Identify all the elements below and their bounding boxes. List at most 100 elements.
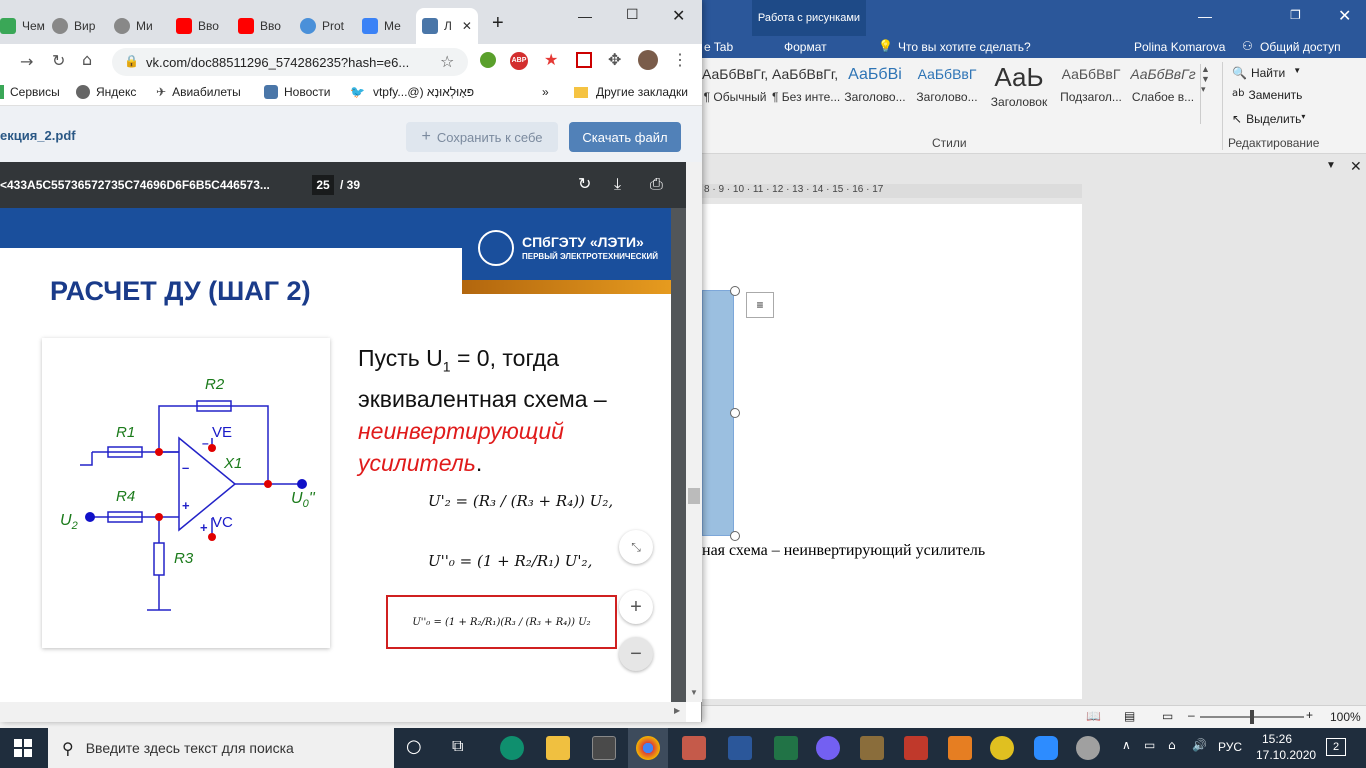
pdf-reader-icon[interactable] bbox=[682, 736, 706, 760]
menu-icon[interactable]: ⋮ bbox=[672, 50, 688, 70]
tab[interactable]: Чем bbox=[0, 8, 45, 44]
viber-icon[interactable] bbox=[816, 736, 840, 760]
bookmark[interactable]: Новости bbox=[264, 85, 330, 99]
tab[interactable]: Prot bbox=[300, 8, 344, 44]
tab-active[interactable]: Л ✕ bbox=[416, 8, 478, 44]
excel-icon[interactable] bbox=[774, 736, 798, 760]
solidworks-icon[interactable] bbox=[904, 736, 928, 760]
matlab-icon[interactable] bbox=[948, 736, 972, 760]
task-view-icon[interactable]: ⧉ bbox=[452, 736, 463, 756]
save-to-profile-button[interactable]: + Сохранить к себе bbox=[406, 122, 558, 152]
style-subtle[interactable]: АаБбВвГг Слабое в... bbox=[1130, 66, 1196, 122]
close-icon[interactable]: ✕ bbox=[1338, 6, 1351, 26]
styles-scroll[interactable]: ▲ ▼ ▾ bbox=[1200, 64, 1214, 124]
file-explorer-icon[interactable] bbox=[546, 736, 570, 760]
web-layout-icon[interactable]: ▭ bbox=[1162, 709, 1173, 723]
other-bookmarks[interactable]: Другие закладки bbox=[574, 85, 688, 99]
clock-date[interactable]: 17.10.2020 bbox=[1256, 748, 1316, 762]
chrome-icon[interactable] bbox=[636, 736, 660, 760]
ribbon-options-icon[interactable]: ▼ bbox=[1326, 160, 1336, 171]
rotate-icon[interactable]: ↻ bbox=[578, 174, 591, 193]
close-pane-icon[interactable]: ✕ bbox=[1350, 158, 1362, 175]
style-heading1[interactable]: АаБбВі Заголово... bbox=[842, 66, 908, 122]
home-icon[interactable]: ⌂ bbox=[82, 50, 92, 69]
tell-me-input[interactable]: Что вы хотите сделать? bbox=[898, 40, 1031, 54]
fit-page-button[interactable]: ⤡ bbox=[619, 530, 653, 564]
tab[interactable]: Вво bbox=[238, 8, 281, 44]
zoom-out-button[interactable]: − bbox=[619, 637, 653, 671]
notifications-button[interactable]: 2 bbox=[1326, 738, 1346, 756]
scrollbar-thumb[interactable] bbox=[688, 488, 700, 504]
address-bar[interactable]: 🔒 vk.com/doc88511296_574286235?hash=e6..… bbox=[112, 48, 468, 76]
zoom-level[interactable]: 100% bbox=[1330, 710, 1361, 724]
style-normal[interactable]: АаБбВвГг, ¶ Обычный bbox=[702, 66, 768, 122]
tab[interactable]: Ми bbox=[114, 8, 153, 44]
zoom-app-icon[interactable] bbox=[1034, 736, 1058, 760]
word-icon[interactable] bbox=[728, 736, 752, 760]
style-title[interactable]: АаЬ Заголовок bbox=[986, 62, 1052, 118]
replace-button[interactable]: ab Заменить bbox=[1232, 88, 1302, 102]
extension-icon[interactable] bbox=[576, 52, 592, 68]
puzzle-icon[interactable]: ✥ bbox=[608, 50, 621, 69]
extension-star-icon[interactable]: ★ bbox=[544, 50, 558, 69]
resize-handle[interactable] bbox=[730, 408, 740, 418]
tab[interactable]: Вир bbox=[52, 8, 95, 44]
style-subtitle[interactable]: АаБбВвГ Подзагол... bbox=[1058, 66, 1124, 122]
horizontal-scrollbar[interactable]: ▶ bbox=[0, 702, 686, 722]
close-tab-icon[interactable]: ✕ bbox=[462, 19, 472, 33]
tray-chevron-icon[interactable]: ∧ bbox=[1122, 738, 1131, 752]
taskbar-search[interactable]: ⚲ Введите здесь текст для поиска bbox=[48, 728, 394, 768]
find-button[interactable]: 🔍 Найти ▼ bbox=[1232, 66, 1301, 80]
pdf-viewport[interactable]: СПбГЭТУ «ЛЭТИ» ПЕРВЫЙ ЭЛЕКТРОТЕХНИЧЕСКИЙ… bbox=[0, 208, 686, 702]
maximize-icon[interactable]: ☐ bbox=[626, 6, 639, 23]
reload-icon[interactable]: ↻ bbox=[52, 51, 65, 70]
layout-options-icon[interactable]: ≡ bbox=[746, 292, 774, 318]
more-bookmarks-icon[interactable]: » bbox=[542, 85, 549, 99]
read-mode-icon[interactable]: 📖 bbox=[1086, 709, 1101, 723]
app-icon[interactable] bbox=[990, 736, 1014, 760]
cortana-icon[interactable]: ○ bbox=[406, 736, 422, 757]
print-layout-icon[interactable]: ▤ bbox=[1124, 709, 1135, 723]
restore-icon[interactable]: ❐ bbox=[1290, 8, 1301, 22]
volume-icon[interactable]: 🔊 bbox=[1192, 738, 1207, 752]
language-indicator[interactable]: РУС bbox=[1218, 740, 1242, 754]
close-icon[interactable]: ✕ bbox=[672, 6, 685, 26]
avatar[interactable] bbox=[638, 50, 658, 70]
share-button[interactable]: Общий доступ bbox=[1260, 40, 1341, 54]
app-icon[interactable] bbox=[860, 736, 884, 760]
store-icon[interactable] bbox=[592, 736, 616, 760]
select-button[interactable]: ↖ Выделить ▾ bbox=[1232, 112, 1305, 126]
scroll-down-icon[interactable]: ▼ bbox=[690, 688, 698, 697]
style-heading2[interactable]: АаБбВвГ Заголово... bbox=[914, 66, 980, 122]
resize-handle[interactable] bbox=[730, 286, 740, 296]
bookmark[interactable]: Сервисы bbox=[0, 85, 60, 99]
new-tab-button[interactable]: + bbox=[492, 12, 504, 35]
style-no-spacing[interactable]: АаБбВвГг, ¶ Без инте... bbox=[772, 66, 840, 122]
document-page[interactable]: ≡ ная схема – неинвертирующий усилитель bbox=[702, 204, 1082, 699]
windows-start-icon[interactable] bbox=[14, 739, 32, 757]
minimize-icon[interactable]: — bbox=[578, 8, 592, 24]
bookmark[interactable]: ✈ Авиабилеты bbox=[156, 85, 241, 99]
adblock-icon[interactable]: ABP bbox=[510, 52, 528, 70]
zoom-out-icon[interactable]: – bbox=[1188, 708, 1195, 722]
user-name[interactable]: Polina Komarova bbox=[1134, 40, 1225, 54]
battery-icon[interactable]: ▭ bbox=[1144, 738, 1155, 752]
network-icon[interactable]: ⌂ bbox=[1168, 738, 1176, 752]
zoom-in-button[interactable]: + bbox=[619, 590, 653, 624]
bookmark-star-icon[interactable]: ☆ bbox=[440, 52, 454, 71]
print-icon[interactable]: ⎙ bbox=[650, 174, 663, 194]
tab[interactable]: Вво bbox=[176, 8, 219, 44]
ribbon-tab-format[interactable]: Формат bbox=[784, 40, 827, 54]
tab[interactable]: Ме bbox=[362, 8, 401, 44]
page-number-input[interactable]: 25 bbox=[312, 175, 334, 195]
zoom-slider-thumb[interactable] bbox=[1250, 710, 1254, 724]
forward-icon[interactable]: → bbox=[20, 52, 33, 71]
zoom-in-icon[interactable]: + bbox=[1306, 708, 1313, 722]
download-icon[interactable]: ⤓ bbox=[614, 174, 621, 194]
resize-handle[interactable] bbox=[730, 531, 740, 541]
paint-icon[interactable] bbox=[1076, 736, 1100, 760]
ribbon-tab[interactable]: e Tab bbox=[704, 40, 733, 54]
edge-icon[interactable] bbox=[500, 736, 524, 760]
download-button[interactable]: Скачать файл bbox=[569, 122, 681, 152]
vertical-scrollbar[interactable]: ▼ bbox=[686, 162, 702, 702]
